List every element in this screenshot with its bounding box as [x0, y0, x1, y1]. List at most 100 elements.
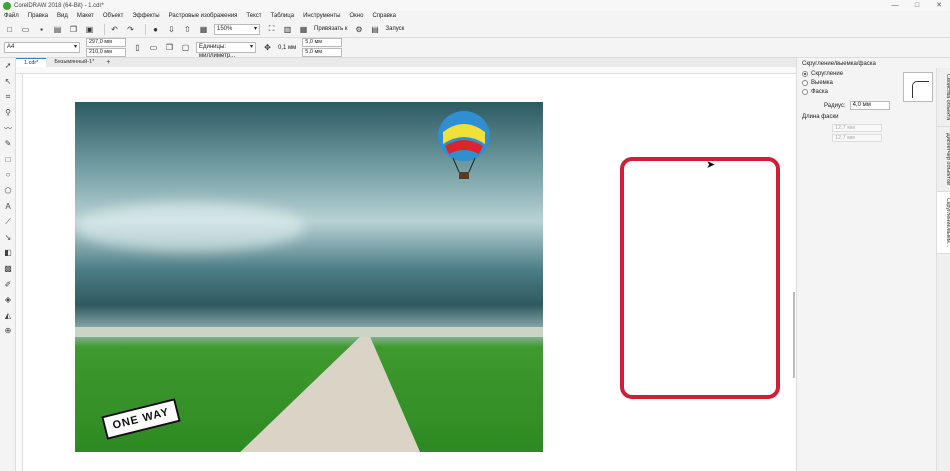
copy-icon[interactable]: ❐ — [68, 24, 79, 35]
parallel-dimension-icon[interactable]: ⟋ — [0, 214, 16, 230]
radio-scallop[interactable] — [802, 80, 808, 86]
page-width-field[interactable]: 297,0 мм — [86, 37, 126, 47]
shape-tool-icon[interactable]: ↖ — [0, 74, 16, 90]
radius-input[interactable]: 4,0 мм — [849, 101, 890, 110]
transparency-tool-icon[interactable]: ▩ — [0, 261, 16, 277]
new-document-icon[interactable]: □ — [4, 24, 15, 35]
zoom-tool-icon[interactable]: ⚲ — [0, 105, 16, 121]
window-title: CorelDRAW 2018 (64-Bit) - 1.cdr* — [14, 2, 104, 9]
menu-view[interactable]: Вид — [57, 13, 68, 19]
polygon-tool-icon[interactable]: ⬠ — [0, 183, 16, 199]
menu-edit[interactable]: Правка — [28, 13, 48, 19]
new-tab-button[interactable]: + — [102, 58, 114, 67]
docker-tabs: Свойства объекта Диспетчер объектов Скру… — [936, 68, 950, 471]
menu-tools[interactable]: Инструменты — [303, 13, 340, 19]
mouse-cursor-icon: ➤ — [706, 159, 716, 171]
menu-layout[interactable]: Макет — [77, 13, 94, 19]
current-page-icon[interactable]: ▢ — [180, 42, 191, 53]
docker-title: Скругление/выемка/фаска — [802, 61, 876, 67]
snap-to-dropdown[interactable]: Привязать к — [314, 26, 348, 32]
search-content-icon[interactable]: ● — [150, 24, 161, 35]
close-icon[interactable]: ✕ — [928, 0, 950, 11]
rounded-rectangle-shape[interactable] — [620, 157, 780, 399]
add-tool-icon[interactable]: ⊕ — [0, 323, 16, 339]
window-controls: — □ ✕ — [884, 0, 950, 11]
connector-tool-icon[interactable]: ↘ — [0, 230, 16, 246]
grid-icon[interactable]: ▦ — [298, 24, 309, 35]
interactive-fill-icon[interactable]: ◈ — [0, 292, 16, 308]
duplicate-y-field[interactable]: 5,0 мм — [302, 47, 343, 57]
open-icon[interactable]: ▭ — [20, 24, 31, 35]
tab-object-manager[interactable]: Диспетчер объектов — [937, 127, 950, 193]
radio-fillet[interactable] — [802, 71, 808, 77]
menu-text[interactable]: Текст — [246, 13, 261, 19]
export-icon[interactable]: ⇧ — [182, 24, 193, 35]
chamfer-length-1-input: 12,7 мм — [832, 124, 882, 132]
tab-fillet[interactable]: Скругление/выем... — [937, 192, 950, 255]
maximize-icon[interactable]: □ — [906, 0, 928, 11]
menu-file[interactable]: Файл — [4, 13, 19, 19]
dirt-road — [235, 337, 423, 452]
duplicate-x-field[interactable]: 5,0 мм — [302, 37, 343, 47]
menu-bar: Файл Правка Вид Макет Объект Эффекты Рас… — [0, 11, 950, 21]
publish-pdf-icon[interactable]: ▦ — [198, 24, 209, 35]
chamfer-length-2-input: 12,7 мм — [832, 134, 882, 142]
vertical-scrollbar[interactable] — [793, 292, 795, 378]
radio-chamfer[interactable] — [802, 89, 808, 95]
nudge-distance-field[interactable]: 0,1 мм — [278, 45, 296, 51]
page-size-select[interactable]: A4 — [4, 42, 80, 53]
freehand-tool-icon[interactable]: 〰 — [0, 120, 16, 136]
options-gear-icon[interactable]: ⚙ — [354, 24, 365, 35]
option-scallop-label: Выемка — [811, 80, 833, 86]
undo-icon[interactable]: ↶ — [109, 24, 120, 35]
toolbox: ➚ ↖ ⌗ ⚲ 〰 ✎ □ ○ ⬠ A ⟋ ↘ ◧ ▩ ✐ ◈ ◭ ⊕ — [0, 58, 16, 471]
option-chamfer-label: Фаска — [811, 89, 828, 95]
redo-icon[interactable]: ↷ — [125, 24, 136, 35]
import-icon[interactable]: ⇩ — [166, 24, 177, 35]
menu-table[interactable]: Таблица — [271, 13, 295, 19]
application-launcher-icon[interactable]: ▤ — [370, 24, 381, 35]
smart-fill-icon[interactable]: ◭ — [0, 308, 16, 324]
vertical-ruler[interactable] — [16, 74, 23, 471]
property-bar: A4 297,0 мм 210,0 мм ▯ ▭ ❐ ▢ Единицы: ми… — [0, 37, 950, 59]
artistic-media-icon[interactable]: ✎ — [0, 136, 16, 152]
all-pages-icon[interactable]: ❐ — [164, 42, 175, 53]
menu-object[interactable]: Объект — [103, 13, 123, 19]
shadow-tool-icon[interactable]: ◧ — [0, 245, 16, 261]
menu-help[interactable]: Справка — [372, 13, 396, 19]
document-tabs: 1.cdr* Безымянный-1* + — [16, 58, 796, 67]
eyedropper-tool-icon[interactable]: ✐ — [0, 276, 16, 292]
menu-bitmaps[interactable]: Растровые изображения — [169, 13, 238, 19]
tab-1-cdr[interactable]: 1.cdr* — [16, 58, 47, 67]
paste-icon[interactable]: ▣ — [84, 24, 95, 35]
rectangle-tool-icon[interactable]: □ — [0, 152, 16, 168]
radius-label: Радиус: — [824, 102, 846, 109]
nudge-icon: ✥ — [264, 43, 271, 52]
rulers-icon[interactable]: ▥ — [282, 24, 293, 35]
menu-effects[interactable]: Эффекты — [132, 13, 159, 19]
page-height-field[interactable]: 210,0 мм — [86, 47, 126, 57]
launch-dropdown[interactable]: Запуск — [386, 26, 405, 32]
landscape-photo[interactable]: ONE WAY — [75, 102, 543, 452]
ellipse-tool-icon[interactable]: ○ — [0, 167, 16, 183]
drawing-canvas[interactable]: ONE WAY ➤ — [23, 74, 796, 471]
full-screen-icon[interactable]: ⛶ — [266, 24, 277, 35]
crop-tool-icon[interactable]: ⌗ — [0, 89, 16, 105]
text-tool-icon[interactable]: A — [0, 198, 16, 214]
standard-toolbar: □ ▭ ▪ ▤ ❐ ▣ ↶ ↷ ● ⇩ ⇧ ▦ 150% ⛶ ▥ ▦ Привя… — [0, 21, 950, 38]
minimize-icon[interactable]: — — [884, 0, 906, 11]
horizontal-ruler[interactable] — [16, 67, 796, 74]
print-icon[interactable]: ▤ — [52, 24, 63, 35]
landscape-icon[interactable]: ▭ — [148, 42, 159, 53]
pick-tool-icon[interactable]: ➚ — [0, 58, 16, 74]
zoom-level-select[interactable]: 150% — [214, 23, 260, 35]
menu-window[interactable]: Окно — [349, 13, 363, 19]
option-fillet-label: Скругление — [811, 71, 844, 77]
save-icon[interactable]: ▪ — [36, 24, 47, 35]
units-select[interactable]: Единицы: миллиметр... — [196, 42, 256, 59]
chamfer-length-label: Длина фаски — [802, 114, 839, 120]
tab-object-properties[interactable]: Свойства объекта — [937, 68, 950, 128]
portrait-icon[interactable]: ▯ — [132, 42, 143, 53]
tab-untitled-1[interactable]: Безымянный-1* — [46, 58, 102, 67]
separator — [145, 23, 146, 35]
